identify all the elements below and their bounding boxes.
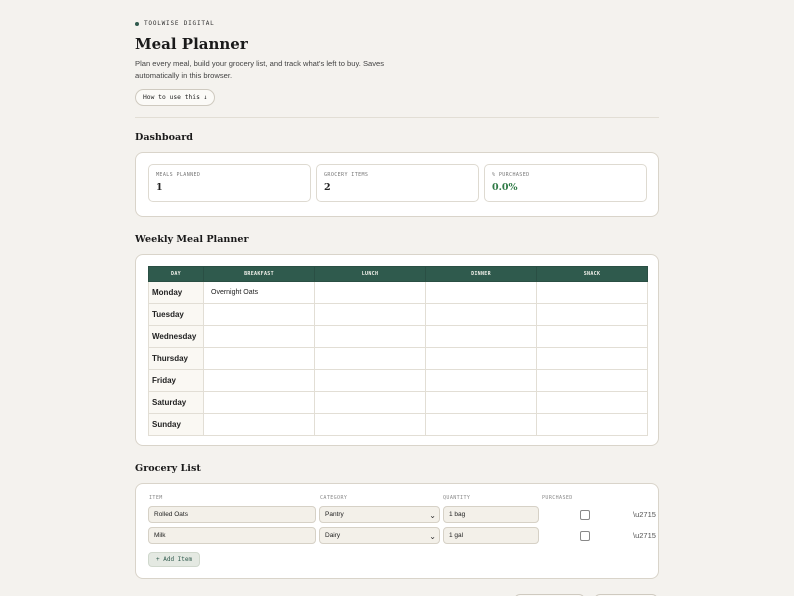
stat-label: % PURCHASED bbox=[492, 172, 530, 178]
remove-item-button[interactable]: \u2715 bbox=[633, 510, 656, 519]
page-subtitle: Plan every meal, build your grocery list… bbox=[135, 59, 385, 80]
grocery-title: Grocery List bbox=[135, 463, 201, 474]
meal-cell-breakfast[interactable] bbox=[203, 303, 315, 326]
dashboard-card: MEALS PLANNED 1 GROCERY ITEMS 2 % PURCHA… bbox=[135, 152, 659, 217]
day-cell: Sunday bbox=[148, 413, 204, 436]
column-header-category: CATEGORY bbox=[320, 495, 348, 501]
meal-cell-snack[interactable] bbox=[536, 369, 648, 392]
column-header-dinner: DINNER bbox=[425, 266, 537, 282]
category-select[interactable]: Pantry ⌄ bbox=[319, 506, 440, 523]
column-header-item: ITEM bbox=[149, 495, 163, 501]
divider bbox=[135, 117, 659, 118]
purchased-checkbox[interactable] bbox=[580, 531, 590, 541]
chevron-down-icon: ⌄ bbox=[429, 532, 436, 541]
stat-label: GROCERY ITEMS bbox=[324, 172, 369, 178]
purchased-checkbox[interactable] bbox=[580, 510, 590, 520]
table-row: Wednesday bbox=[148, 325, 648, 348]
day-cell: Wednesday bbox=[148, 325, 204, 348]
meal-cell-dinner[interactable] bbox=[425, 281, 537, 304]
meal-cell-snack[interactable] bbox=[536, 303, 648, 326]
column-header-lunch: LUNCH bbox=[314, 266, 426, 282]
meal-cell-snack[interactable] bbox=[536, 413, 648, 436]
stat-value: 1 bbox=[156, 182, 163, 193]
brand-dot-icon bbox=[135, 21, 139, 26]
category-value: Dairy bbox=[325, 532, 341, 539]
column-header-purchased: PURCHASED bbox=[542, 495, 573, 501]
dashboard-title: Dashboard bbox=[135, 132, 193, 143]
add-item-button[interactable]: + Add Item bbox=[148, 552, 201, 567]
stat-label: MEALS PLANNED bbox=[156, 172, 201, 178]
table-row: Thursday bbox=[148, 347, 648, 370]
meal-cell-lunch[interactable] bbox=[314, 391, 426, 414]
remove-item-button[interactable]: \u2715 bbox=[633, 531, 656, 540]
grocery-card: ITEM CATEGORY QUANTITY PURCHASED Rolled … bbox=[135, 483, 659, 579]
meal-cell-dinner[interactable] bbox=[425, 347, 537, 370]
table-header-row: DAY BREAKFAST LUNCH DINNER SNACK bbox=[148, 266, 648, 282]
meal-cell-snack[interactable] bbox=[536, 325, 648, 348]
meal-cell-breakfast[interactable] bbox=[203, 369, 315, 392]
item-name-input[interactable]: Rolled Oats bbox=[148, 506, 316, 523]
table-row: Monday Overnight Oats bbox=[148, 281, 648, 304]
meal-cell-dinner[interactable] bbox=[425, 325, 537, 348]
meal-cell-dinner[interactable] bbox=[425, 413, 537, 436]
day-cell: Friday bbox=[148, 369, 204, 392]
column-header-day: DAY bbox=[148, 266, 204, 282]
day-cell: Monday bbox=[148, 281, 204, 304]
table-row: Sunday bbox=[148, 413, 648, 436]
table-row: Friday bbox=[148, 369, 648, 392]
brand-name: TOOLWISE DIGITAL bbox=[144, 20, 215, 27]
stat-meals-planned: MEALS PLANNED 1 bbox=[148, 164, 311, 202]
meal-cell-breakfast[interactable] bbox=[203, 325, 315, 348]
meal-cell-lunch[interactable] bbox=[314, 325, 426, 348]
stat-percent-purchased: % PURCHASED 0.0% bbox=[484, 164, 647, 202]
table-row: Tuesday bbox=[148, 303, 648, 326]
meal-cell-snack[interactable] bbox=[536, 347, 648, 370]
meal-cell-breakfast[interactable]: Overnight Oats bbox=[203, 281, 315, 304]
meal-cell-breakfast[interactable] bbox=[203, 413, 315, 436]
meal-cell-dinner[interactable] bbox=[425, 369, 537, 392]
column-header-snack: SNACK bbox=[536, 266, 648, 282]
planner-title: Weekly Meal Planner bbox=[135, 234, 249, 245]
meal-cell-lunch[interactable] bbox=[314, 281, 426, 304]
meal-cell-breakfast[interactable] bbox=[203, 347, 315, 370]
how-to-use-button[interactable]: How to use this ↓ bbox=[135, 89, 216, 106]
table-row: Saturday bbox=[148, 391, 648, 414]
item-name-input[interactable]: Milk bbox=[148, 527, 316, 544]
planner-card: DAY BREAKFAST LUNCH DINNER SNACK Monday … bbox=[135, 254, 659, 446]
stat-value: 0.0% bbox=[492, 182, 518, 193]
meal-cell-snack[interactable] bbox=[536, 391, 648, 414]
meal-cell-lunch[interactable] bbox=[314, 369, 426, 392]
column-header-quantity: QUANTITY bbox=[443, 495, 471, 501]
page-title: Meal Planner bbox=[135, 35, 248, 53]
meal-cell-breakfast[interactable] bbox=[203, 391, 315, 414]
meal-cell-snack[interactable] bbox=[536, 281, 648, 304]
chevron-down-icon: ⌄ bbox=[429, 511, 436, 520]
category-select[interactable]: Dairy ⌄ bbox=[319, 527, 440, 544]
meal-cell-dinner[interactable] bbox=[425, 303, 537, 326]
category-value: Pantry bbox=[325, 511, 344, 518]
meal-planner-table: DAY BREAKFAST LUNCH DINNER SNACK Monday … bbox=[148, 266, 648, 436]
quantity-input[interactable]: 1 gal bbox=[443, 527, 539, 544]
meal-cell-lunch[interactable] bbox=[314, 413, 426, 436]
column-header-breakfast: BREAKFAST bbox=[203, 266, 315, 282]
meal-cell-lunch[interactable] bbox=[314, 303, 426, 326]
meal-cell-dinner[interactable] bbox=[425, 391, 537, 414]
meal-cell-lunch[interactable] bbox=[314, 347, 426, 370]
day-cell: Tuesday bbox=[148, 303, 204, 326]
day-cell: Saturday bbox=[148, 391, 204, 414]
stat-value: 2 bbox=[324, 182, 331, 193]
stat-grocery-items: GROCERY ITEMS 2 bbox=[316, 164, 479, 202]
brand: TOOLWISE DIGITAL bbox=[135, 20, 215, 27]
day-cell: Thursday bbox=[148, 347, 204, 370]
quantity-input[interactable]: 1 bag bbox=[443, 506, 539, 523]
